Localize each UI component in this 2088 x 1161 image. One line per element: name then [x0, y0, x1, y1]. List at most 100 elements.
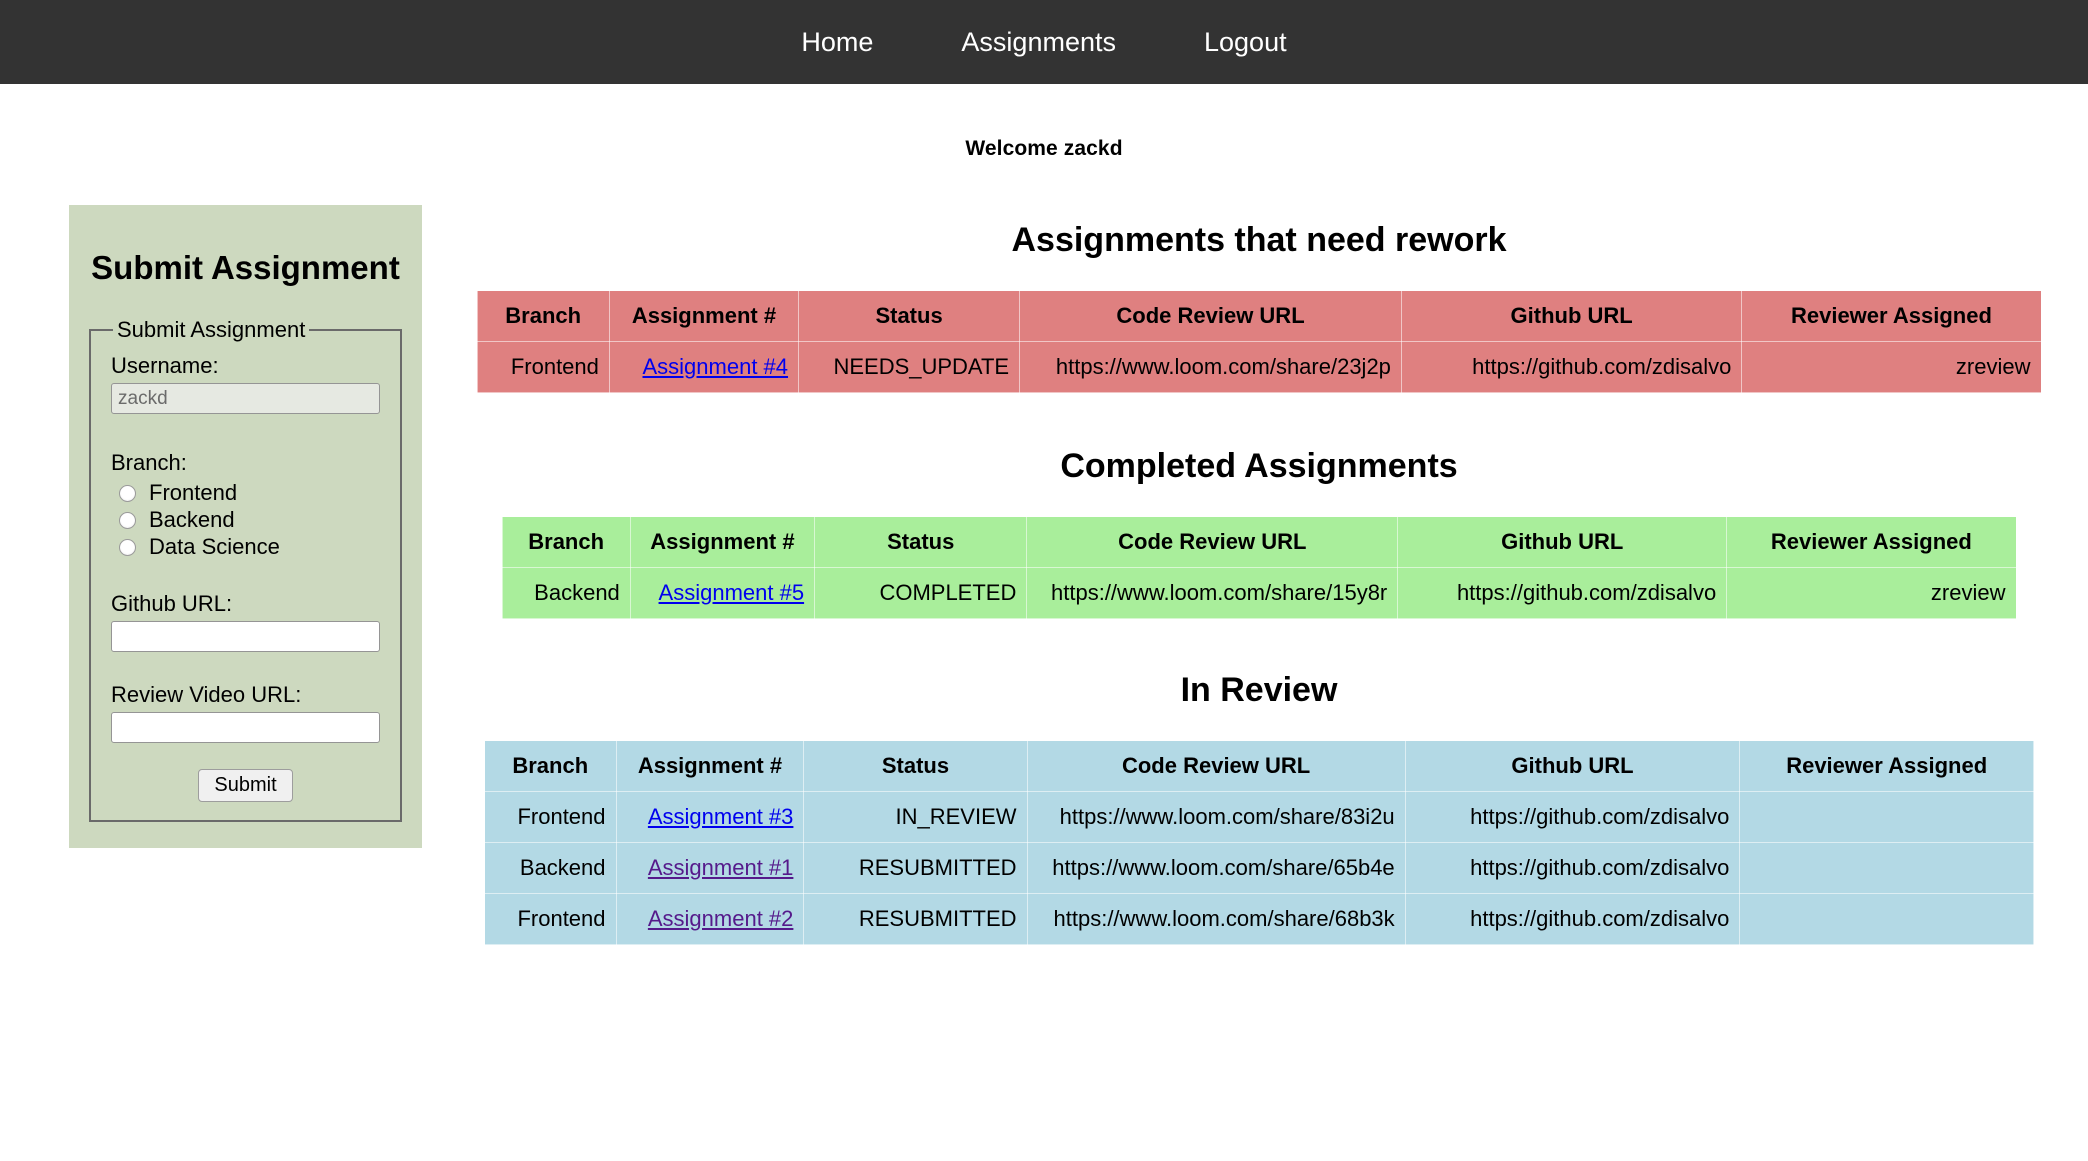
radio-icon[interactable] — [119, 538, 136, 556]
cell-code-review: https://www.loom.com/share/68b3k — [1026, 893, 1406, 945]
cell-code-review: https://www.loom.com/share/65b4e — [1026, 842, 1406, 894]
sidebar-title: Submit Assignment — [91, 249, 400, 286]
submit-assignment-sidebar: Submit Assignment Submit Assignment User… — [69, 205, 422, 849]
branch-option-frontend[interactable]: Frontend — [111, 480, 380, 506]
cell-code-review: https://www.loom.com/share/23j2p — [1019, 341, 1402, 393]
username-label: Username: — [111, 353, 219, 379]
cell-status: IN_REVIEW — [803, 791, 1028, 843]
assignments-content: Assignments that need rework Branch Assi… — [430, 161, 2088, 959]
nav-links: Home Assignments Logout — [801, 27, 1286, 58]
cell-status: RESUBMITTED — [803, 842, 1028, 894]
table-in-review: Branch Assignment # Status Code Review U… — [484, 740, 2034, 945]
col-github: Github URL — [1400, 290, 1743, 342]
table-row: Frontend Assignment #2 RESUBMITTED https… — [484, 893, 2034, 945]
cell-branch: Frontend — [484, 791, 617, 843]
github-url-input[interactable] — [111, 621, 380, 653]
username-input[interactable] — [111, 383, 380, 415]
cell-reviewer — [1739, 842, 2034, 894]
review-video-url-label: Review Video URL: — [111, 682, 302, 708]
assignment-link[interactable]: Assignment #5 — [659, 580, 805, 605]
cell-branch: Frontend — [484, 893, 617, 945]
section-completed: Completed Assignments Branch Assignment … — [430, 407, 2088, 619]
cell-assignment: Assignment #3 — [615, 791, 805, 843]
col-status: Status — [798, 290, 1021, 342]
table-body: Frontend Assignment #4 NEEDS_UPDATE http… — [476, 341, 2042, 393]
col-code-review: Code Review URL — [1026, 740, 1406, 792]
top-navbar: Home Assignments Logout — [0, 0, 2088, 84]
cell-status: NEEDS_UPDATE — [798, 341, 1021, 393]
branch-option-data-science[interactable]: Data Science — [111, 534, 380, 560]
cell-github: https://github.com/zdisalvo — [1397, 567, 1728, 619]
cell-github: https://github.com/zdisalvo — [1404, 791, 1741, 843]
section-in-review: In Review Branch Assignment # Status Cod… — [430, 633, 2088, 945]
cell-reviewer: zreview — [1726, 567, 2017, 619]
nav-link-assignments[interactable]: Assignments — [961, 27, 1116, 58]
col-assignment: Assignment # — [615, 740, 805, 792]
assignment-link[interactable]: Assignment #1 — [648, 855, 794, 880]
github-url-label: Github URL: — [111, 591, 233, 617]
col-code-review: Code Review URL — [1026, 516, 1399, 568]
col-reviewer: Reviewer Assigned — [1741, 290, 2042, 342]
col-reviewer: Reviewer Assigned — [1739, 740, 2034, 792]
col-branch: Branch — [484, 740, 617, 792]
table-header-row: Branch Assignment # Status Code Review U… — [501, 516, 2017, 568]
branch-option-label: Backend — [149, 507, 235, 533]
cell-assignment: Assignment #1 — [615, 842, 805, 894]
cell-github: https://github.com/zdisalvo — [1404, 893, 1741, 945]
review-video-url-input[interactable] — [111, 712, 380, 744]
col-branch: Branch — [501, 516, 631, 568]
col-assignment: Assignment # — [608, 290, 800, 342]
section-title-completed: Completed Assignments — [1060, 447, 1458, 485]
form-legend: Submit Assignment — [117, 317, 306, 343]
branch-option-label: Frontend — [149, 480, 238, 506]
submit-assignment-form: Submit Assignment Username: Branch: Fron… — [89, 317, 402, 823]
radio-icon[interactable] — [119, 484, 136, 502]
cell-branch: Backend — [484, 842, 617, 894]
radio-icon[interactable] — [119, 511, 136, 529]
table-body: Frontend Assignment #3 IN_REVIEW https:/… — [484, 791, 2034, 945]
col-branch: Branch — [476, 290, 610, 342]
cell-assignment: Assignment #5 — [629, 567, 816, 619]
page-body: Submit Assignment Submit Assignment User… — [0, 161, 2088, 1161]
welcome-message: Welcome zackd — [965, 137, 1123, 160]
cell-reviewer: zreview — [1741, 341, 2042, 393]
cell-branch: Frontend — [476, 341, 610, 393]
table-completed: Branch Assignment # Status Code Review U… — [501, 516, 2017, 619]
table-header: Branch Assignment # Status Code Review U… — [484, 740, 2034, 792]
col-status: Status — [803, 740, 1028, 792]
assignment-link[interactable]: Assignment #3 — [648, 804, 794, 829]
cell-github: https://github.com/zdisalvo — [1404, 842, 1741, 894]
cell-assignment: Assignment #4 — [608, 341, 800, 393]
table-header: Branch Assignment # Status Code Review U… — [501, 516, 2017, 568]
cell-github: https://github.com/zdisalvo — [1400, 341, 1743, 393]
table-body: Backend Assignment #5 COMPLETED https://… — [501, 567, 2017, 619]
nav-link-home[interactable]: Home — [801, 27, 873, 58]
section-title-in-review: In Review — [1180, 671, 1338, 709]
branch-option-label: Data Science — [149, 534, 280, 560]
col-code-review: Code Review URL — [1019, 290, 1402, 342]
table-row: Backend Assignment #1 RESUBMITTED https:… — [484, 842, 2034, 894]
nav-link-logout[interactable]: Logout — [1204, 27, 1287, 58]
table-header: Branch Assignment # Status Code Review U… — [476, 290, 2042, 342]
section-rework: Assignments that need rework Branch Assi… — [430, 161, 2088, 393]
branch-label: Branch: — [111, 450, 187, 476]
cell-assignment: Assignment #2 — [615, 893, 805, 945]
col-github: Github URL — [1397, 516, 1728, 568]
cell-code-review: https://www.loom.com/share/83i2u — [1026, 791, 1406, 843]
col-assignment: Assignment # — [629, 516, 816, 568]
submit-button[interactable]: Submit — [198, 769, 293, 803]
table-row: Backend Assignment #5 COMPLETED https://… — [501, 567, 2017, 619]
col-status: Status — [814, 516, 1028, 568]
cell-branch: Backend — [501, 567, 631, 619]
cell-status: COMPLETED — [814, 567, 1028, 619]
branch-option-backend[interactable]: Backend — [111, 507, 380, 533]
assignment-link[interactable]: Assignment #2 — [648, 906, 794, 931]
cell-reviewer — [1739, 893, 2034, 945]
assignment-link[interactable]: Assignment #4 — [643, 354, 789, 379]
col-reviewer: Reviewer Assigned — [1726, 516, 2017, 568]
table-rework: Branch Assignment # Status Code Review U… — [476, 290, 2042, 393]
table-row: Frontend Assignment #3 IN_REVIEW https:/… — [484, 791, 2034, 843]
